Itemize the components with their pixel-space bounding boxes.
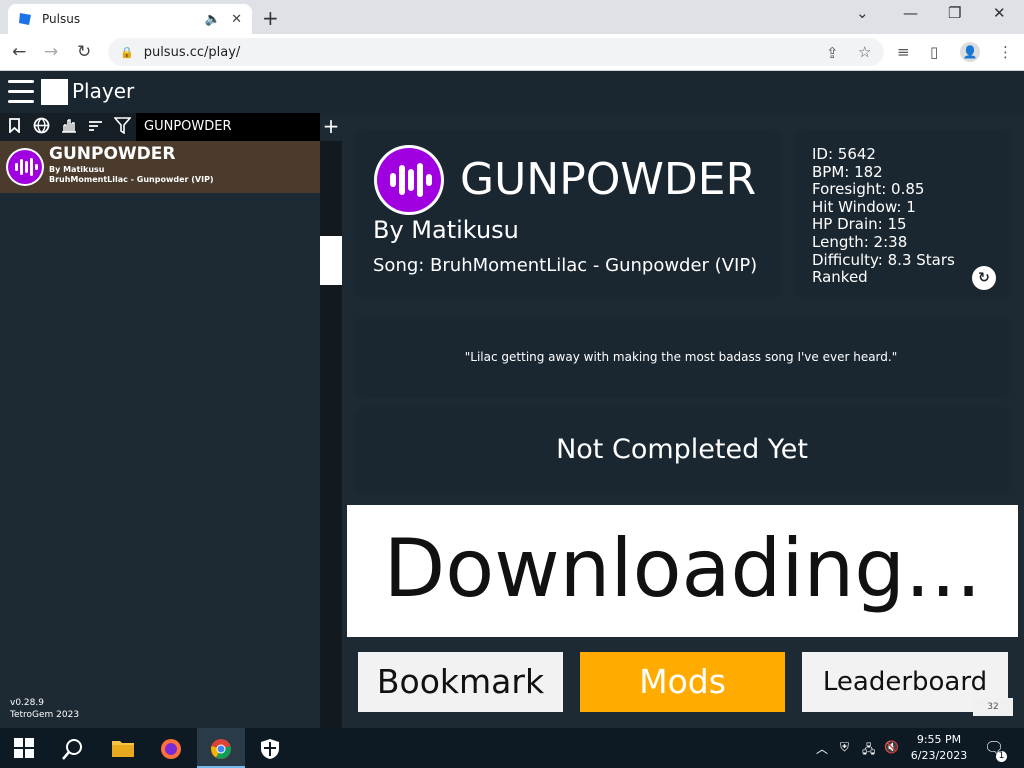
volume-icon[interactable]: 🔇 (884, 740, 899, 754)
chrome-icon[interactable] (210, 738, 232, 765)
song-info: Song: BruhMomentLilac - Gunpowder (VIP) (373, 255, 758, 276)
stats-list: ID: 5642 BPM: 182 Foresight: 0.85 Hit Wi… (812, 145, 955, 287)
song-mapper: By Matikusu (373, 216, 519, 244)
side-panel-icon[interactable]: ▯ (930, 43, 938, 61)
tray-app-icon[interactable]: ⛨ (840, 740, 849, 755)
chart-icon[interactable] (60, 118, 77, 137)
close-tab-icon[interactable]: ✕ (231, 12, 242, 27)
version-number: v0.28.9 (10, 698, 44, 708)
copyright-text: TetroGem 2023 (10, 710, 80, 720)
url-bar[interactable]: 🔒 pulsus.cc/play/ (108, 38, 884, 66)
version-info: v0.28.9 TetroGem 2023 (10, 697, 79, 721)
scrollbar-track[interactable] (320, 141, 342, 728)
system-clock[interactable]: 9:55 PM 6/23/2023 (906, 732, 972, 764)
bookmark-button[interactable]: Bookmark (358, 652, 563, 712)
stat-hit-window: Hit Window: 1 (812, 197, 916, 216)
profile-icon[interactable]: 👤 (960, 42, 980, 62)
firefox-icon[interactable] (160, 738, 182, 765)
minimize-icon[interactable]: — (903, 4, 918, 22)
add-button[interactable]: + (320, 113, 342, 141)
stat-difficulty: Difficulty: 8.3 Stars (812, 250, 955, 269)
stat-hp-drain: HP Drain: 15 (812, 215, 907, 234)
tray-chevron-icon[interactable]: ︿ (816, 740, 828, 757)
app-header (0, 71, 1024, 113)
bookmark-icon[interactable] (6, 117, 23, 137)
url-text: pulsus.cc/play/ (143, 44, 241, 60)
pulsus-favicon-icon (19, 13, 31, 25)
clock-time: 9:55 PM (916, 733, 962, 746)
refresh-icon[interactable]: ↻ (972, 266, 996, 290)
stat-bpm: BPM: 182 (812, 162, 883, 181)
tab-search-icon[interactable]: ⌄ (856, 4, 869, 22)
menu-dots-icon[interactable]: ⋮ (998, 43, 1013, 61)
scrollbar-thumb[interactable] (320, 236, 342, 285)
download-status-text: Downloading... (383, 522, 982, 615)
page-title: Player (72, 79, 135, 103)
completion-status: Not Completed Yet (556, 434, 808, 465)
clock-date: 6/23/2023 (910, 749, 968, 762)
song-name: GUNPOWDER (49, 144, 176, 164)
list-item[interactable]: GUNPOWDER By Matikusu BruhMomentLilac - … (0, 141, 320, 193)
media-control-icon[interactable]: ≡ (897, 43, 910, 61)
song-author: By Matikusu (49, 165, 105, 174)
speaker-icon[interactable]: 🔈 (205, 12, 221, 27)
stat-id: ID: 5642 (812, 145, 876, 163)
hamburger-menu-icon[interactable] (8, 80, 34, 104)
back-icon[interactable]: ← (12, 42, 26, 62)
song-quote: "Lilac getting away with making the most… (464, 350, 898, 364)
pulsus-logo-icon (6, 148, 44, 186)
security-shield-icon[interactable] (260, 738, 280, 765)
forward-icon[interactable]: → (44, 42, 58, 62)
search-icon[interactable] (62, 738, 84, 765)
stat-foresight: Foresight: 0.85 (812, 180, 925, 199)
pulsus-logo-large-icon (374, 145, 444, 215)
tab-title: Pulsus (42, 12, 81, 26)
notification-count-badge: 1 (996, 751, 1007, 762)
lock-icon: 🔒 (120, 45, 134, 59)
stat-length: Length: 2:38 (812, 232, 908, 251)
share-icon[interactable]: ⇪ (826, 44, 839, 62)
globe-icon[interactable] (33, 117, 50, 138)
counter-badge: 32 (973, 698, 1013, 716)
player-avatar[interactable] (41, 79, 68, 105)
restore-icon[interactable]: ❐ (948, 4, 961, 22)
song-title: GUNPOWDER (460, 154, 757, 205)
new-tab-button[interactable]: + (262, 6, 279, 30)
song-source: BruhMomentLilac - Gunpowder (VIP) (49, 175, 214, 184)
mods-button[interactable]: Mods (580, 652, 785, 712)
bookmark-star-icon[interactable]: ☆ (858, 43, 871, 61)
song-list-panel (0, 113, 320, 728)
reload-icon[interactable]: ↻ (77, 42, 91, 62)
file-explorer-icon[interactable] (111, 738, 135, 763)
close-window-icon[interactable]: ✕ (993, 4, 1006, 22)
sort-icon[interactable] (87, 118, 104, 136)
browser-tab[interactable]: Pulsus 🔈 ✕ (8, 4, 252, 34)
stat-ranked: Ranked (812, 268, 868, 287)
search-input[interactable]: GUNPOWDER (136, 113, 320, 141)
filter-icon[interactable] (113, 116, 132, 138)
windows-start-icon[interactable] (14, 738, 34, 763)
network-icon[interactable]: 🖧 (862, 740, 875, 761)
